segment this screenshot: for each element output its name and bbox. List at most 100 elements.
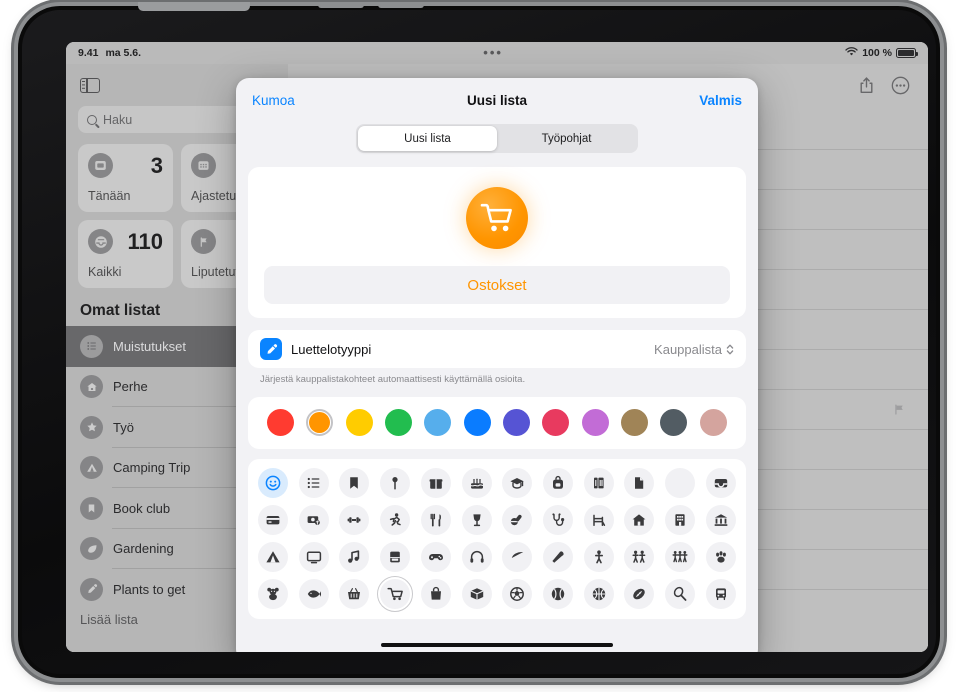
football-icon[interactable]: [624, 579, 654, 609]
document-icon[interactable]: [624, 468, 654, 498]
fork-knife-icon[interactable]: [421, 505, 451, 535]
color-swatch-yellow[interactable]: [346, 409, 373, 436]
today-icon: [88, 153, 113, 178]
icon-picker-row: [258, 579, 736, 609]
leaf-icon[interactable]: [502, 542, 532, 572]
money-icon[interactable]: [299, 505, 329, 535]
multitask-dots: •••: [483, 49, 503, 57]
dumbbell-icon[interactable]: [339, 505, 369, 535]
done-button[interactable]: Valmis: [699, 93, 742, 108]
chevron-updown-icon: [726, 343, 734, 356]
tv-icon[interactable]: [299, 542, 329, 572]
color-swatch-green[interactable]: [385, 409, 412, 436]
three-people-icon[interactable]: [665, 542, 695, 572]
bank-icon[interactable]: [706, 505, 736, 535]
chair-icon[interactable]: [584, 505, 614, 535]
sheet-header: Kumoa Uusi lista Valmis: [236, 78, 758, 122]
list-name-input[interactable]: Ostokset: [264, 266, 730, 304]
camera-notch: [138, 2, 250, 11]
smiley-icon[interactable]: [258, 468, 288, 498]
person-icon[interactable]: [584, 542, 614, 572]
graduation-cap-icon[interactable]: [502, 468, 532, 498]
flag-icon: [893, 403, 906, 421]
sidebar-toggle-icon[interactable]: [80, 78, 100, 93]
list-type-value-group[interactable]: Kauppalista: [654, 342, 734, 357]
shopping-cart-icon[interactable]: [380, 579, 410, 609]
color-swatch-blue[interactable]: [464, 409, 491, 436]
tab-new-list[interactable]: Uusi lista: [358, 126, 497, 151]
box-icon[interactable]: [462, 579, 492, 609]
smart-card-all[interactable]: 110 Kaikki: [78, 220, 173, 288]
building-icon[interactable]: [665, 505, 695, 535]
color-dot: [346, 409, 373, 436]
basket-icon[interactable]: [339, 579, 369, 609]
list-bullet-icon[interactable]: [299, 468, 329, 498]
color-swatch-orchid[interactable]: [582, 409, 609, 436]
pills-icon[interactable]: [502, 505, 532, 535]
color-dot: [464, 409, 491, 436]
icon-picker-row: [258, 468, 736, 498]
wine-glass-icon[interactable]: [462, 505, 492, 535]
color-swatch-light-blue[interactable]: [424, 409, 451, 436]
color-dot: [700, 409, 727, 436]
color-swatch-tan[interactable]: [621, 409, 648, 436]
more-ellipsis-icon[interactable]: [891, 76, 910, 95]
bus-icon[interactable]: [706, 579, 736, 609]
gift-icon[interactable]: [421, 468, 451, 498]
color-swatch-dusty-rose[interactable]: [700, 409, 727, 436]
color-dot: [424, 409, 451, 436]
credit-card-icon[interactable]: [258, 505, 288, 535]
open-book-icon[interactable]: [665, 468, 695, 498]
list-type-row[interactable]: Luettelotyyppi Kauppalista: [248, 330, 746, 368]
sidebar-item-label: Perhe: [113, 379, 148, 394]
color-dot: [621, 409, 648, 436]
color-swatch-pink[interactable]: [542, 409, 569, 436]
carrot-icon[interactable]: [543, 542, 573, 572]
running-icon[interactable]: [380, 505, 410, 535]
tent-icon[interactable]: [258, 542, 288, 572]
color-swatch-indigo[interactable]: [503, 409, 530, 436]
backpack-icon[interactable]: [543, 468, 573, 498]
multitask-indicator[interactable]: •••: [141, 49, 845, 57]
status-right: 100 %: [845, 47, 928, 60]
tray-icon[interactable]: [706, 468, 736, 498]
fish-icon[interactable]: [299, 579, 329, 609]
music-note-icon[interactable]: [339, 542, 369, 572]
two-people-icon[interactable]: [624, 542, 654, 572]
soccer-ball-icon[interactable]: [502, 579, 532, 609]
screenshot-root: 9.41 ma 5.6. ••• 100 %: [0, 0, 958, 692]
eyedropper-icon: [260, 338, 282, 360]
color-swatch-slate[interactable]: [660, 409, 687, 436]
color-swatch-red[interactable]: [267, 409, 294, 436]
laptop-icon[interactable]: [380, 542, 410, 572]
tab-templates[interactable]: Työpohjat: [497, 126, 636, 151]
pin-icon[interactable]: [380, 468, 410, 498]
share-icon[interactable]: [858, 76, 875, 95]
house-icon[interactable]: [624, 505, 654, 535]
search-placeholder: Haku: [103, 113, 132, 127]
ipad-screen: 9.41 ma 5.6. ••• 100 %: [66, 42, 928, 652]
smart-card-today[interactable]: 3 Tänään: [78, 144, 173, 212]
headphones-icon[interactable]: [462, 542, 492, 572]
list-type-label: Luettelotyyppi: [291, 342, 371, 357]
stethoscope-icon[interactable]: [543, 505, 573, 535]
color-dot: [660, 409, 687, 436]
teddy-bear-icon[interactable]: [258, 579, 288, 609]
bookmark-icon[interactable]: [339, 468, 369, 498]
shopping-bag-icon[interactable]: [421, 579, 451, 609]
list-bullet-icon: [80, 335, 103, 358]
color-swatch-orange[interactable]: [306, 409, 333, 436]
color-dot: [267, 409, 294, 436]
sidebar-item-label: Työ: [113, 420, 134, 435]
today-label: Tänään: [88, 189, 163, 203]
search-icon: [87, 115, 97, 125]
scheduled-calendar-icon: [191, 153, 216, 178]
books-icon[interactable]: [584, 468, 614, 498]
basketball-icon[interactable]: [584, 579, 614, 609]
cake-icon[interactable]: [462, 468, 492, 498]
tennis-racket-icon[interactable]: [665, 579, 695, 609]
gamepad-icon[interactable]: [421, 542, 451, 572]
cancel-button[interactable]: Kumoa: [252, 93, 295, 108]
paw-icon[interactable]: [706, 542, 736, 572]
baseball-icon[interactable]: [543, 579, 573, 609]
